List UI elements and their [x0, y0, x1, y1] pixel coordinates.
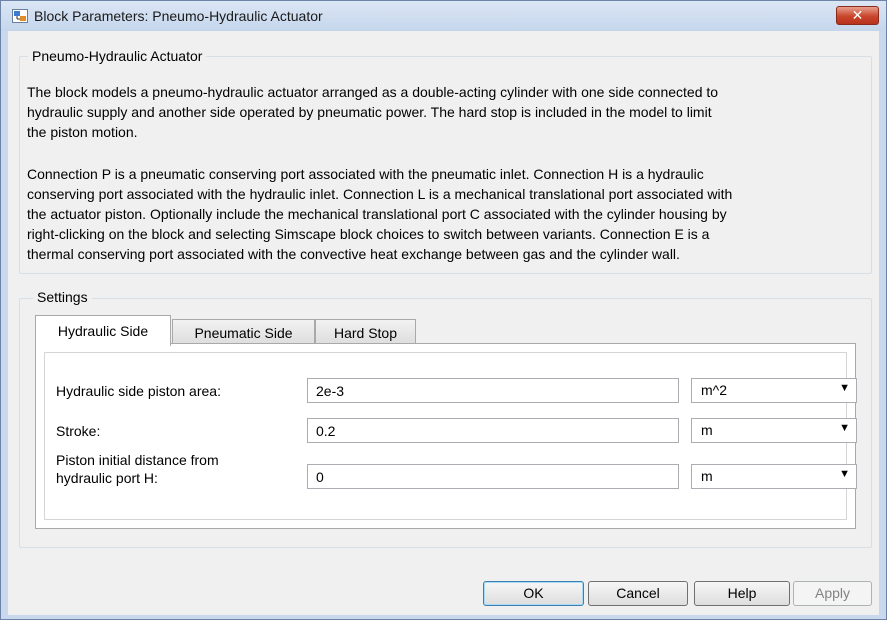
description-line: the actuator piston. Optionally include …	[27, 206, 727, 222]
initial-distance-unit-value: m	[701, 468, 713, 484]
description-paragraph-1: The block models a pneumo-hydraulic actu…	[27, 82, 867, 142]
description-line: The block models a pneumo-hydraulic actu…	[27, 84, 719, 100]
piston-area-label: Hydraulic side piston area:	[56, 383, 221, 399]
stroke-unit-value: m	[701, 422, 713, 438]
description-group-title: Pneumo-Hydraulic Actuator	[28, 48, 207, 64]
description-line: Connection P is a pneumatic conserving p…	[27, 166, 704, 182]
cancel-button[interactable]: Cancel	[588, 581, 688, 606]
description-line: the piston motion.	[27, 124, 138, 140]
stroke-input[interactable]	[307, 418, 679, 443]
window-title: Block Parameters: Pneumo-Hydraulic Actua…	[34, 8, 323, 24]
tab-hydraulic-side[interactable]: Hydraulic Side	[35, 315, 171, 346]
chevron-down-icon: ▼	[839, 382, 850, 394]
stroke-label: Stroke:	[56, 423, 101, 439]
title-bar[interactable]: Block Parameters: Pneumo-Hydraulic Actua…	[1, 1, 886, 31]
initial-distance-label: Piston initial distance from hydraulic p…	[56, 451, 219, 487]
tab-panel-hydraulic-side: Hydraulic side piston area: m^2 ▼ Stroke…	[35, 343, 857, 529]
description-line: right-clicking on the block and selectin…	[27, 226, 710, 242]
stroke-unit-select[interactable]: m ▼	[691, 418, 857, 443]
close-icon: ✕	[851, 7, 864, 23]
simulink-block-icon	[12, 9, 28, 23]
initial-distance-label-line: Piston initial distance from	[56, 452, 219, 468]
settings-group-title: Settings	[33, 289, 92, 305]
chevron-down-icon: ▼	[839, 422, 850, 434]
description-paragraph-2: Connection P is a pneumatic conserving p…	[27, 164, 867, 264]
initial-distance-unit-select[interactable]: m ▼	[691, 464, 857, 489]
help-button[interactable]: Help	[694, 581, 790, 606]
initial-distance-label-line: hydraulic port H:	[56, 470, 158, 486]
description-line: hydraulic supply and another side operat…	[27, 104, 712, 120]
description-line: conserving port associated with the hydr…	[27, 186, 733, 202]
piston-area-input[interactable]	[307, 378, 679, 403]
piston-area-unit-value: m^2	[701, 382, 728, 398]
piston-area-unit-select[interactable]: m^2 ▼	[691, 378, 857, 403]
initial-distance-input[interactable]	[307, 464, 679, 489]
chevron-down-icon: ▼	[839, 468, 850, 480]
description-line: thermal conserving port associated with …	[27, 246, 680, 262]
close-button[interactable]: ✕	[836, 6, 879, 25]
apply-button[interactable]: Apply	[793, 581, 872, 606]
dialog-window: Block Parameters: Pneumo-Hydraulic Actua…	[0, 0, 887, 620]
dialog-body: Pneumo-Hydraulic Actuator The block mode…	[8, 31, 879, 615]
parameters-container: Hydraulic side piston area: m^2 ▼ Stroke…	[44, 352, 857, 520]
ok-button[interactable]: OK	[483, 581, 584, 606]
